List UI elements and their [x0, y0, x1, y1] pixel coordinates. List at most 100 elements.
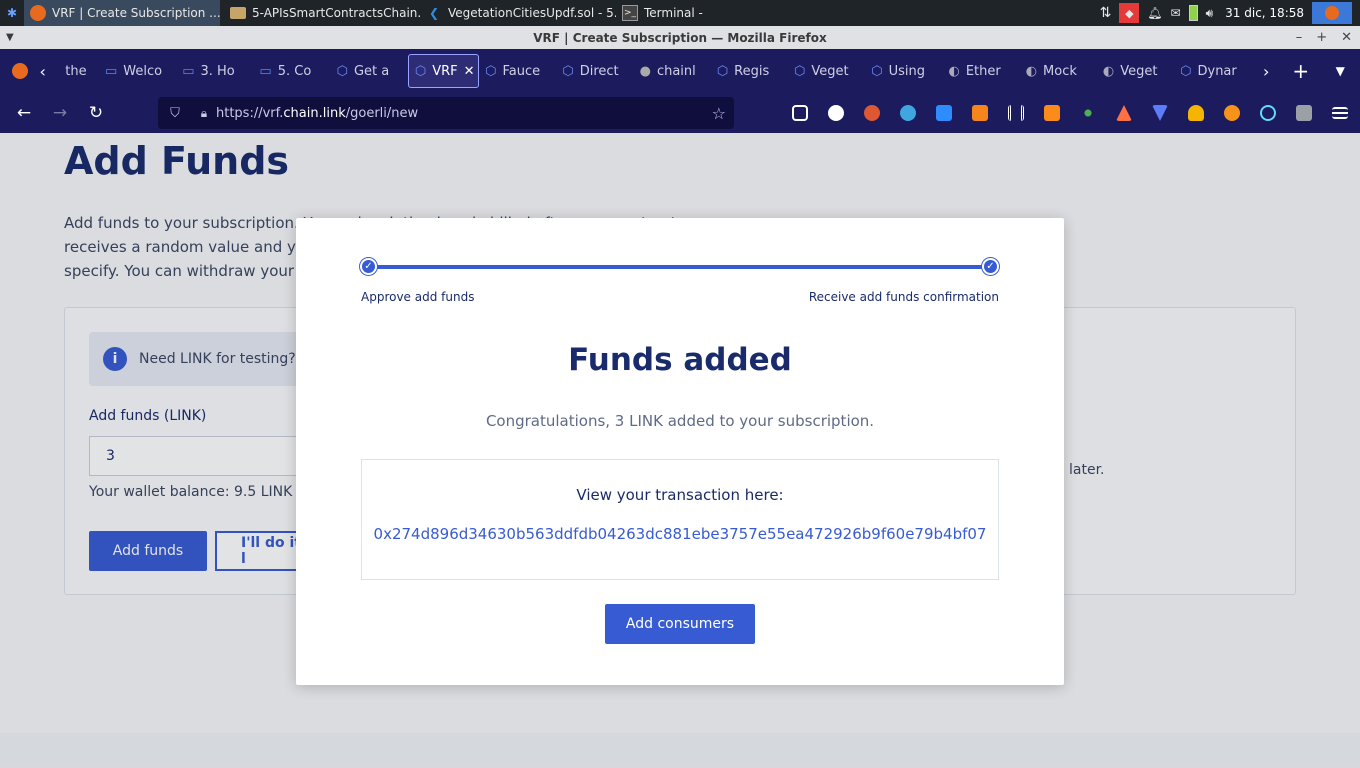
tab-close-icon[interactable]: ✕	[464, 64, 475, 79]
tab-label: Using	[888, 63, 926, 79]
back-icon[interactable]: ←	[6, 93, 42, 133]
chainlink-icon: ⬡	[794, 63, 806, 79]
tab-item[interactable]: ⬡ Direct	[556, 54, 633, 88]
tab-item[interactable]: ◐ Veget	[1097, 54, 1174, 88]
tab-item[interactable]: ▭ 5. Co	[253, 54, 330, 88]
chainlink-icon: ⬡	[414, 63, 427, 79]
tab-item[interactable]: ⬡ Using	[865, 54, 942, 88]
bookmark-star-icon[interactable]: ☆	[712, 104, 726, 123]
clock[interactable]: 31 dic, 18:58	[1225, 6, 1304, 20]
duckduckgo-icon[interactable]	[854, 93, 890, 133]
tab-list-icon[interactable]: ▼	[1321, 64, 1360, 78]
url-path: /goerli/new	[345, 105, 419, 121]
react-icon[interactable]	[1250, 93, 1286, 133]
transaction-box: View your transaction here: 0x274d896d34…	[361, 459, 999, 580]
lock-icon[interactable]: 🔒︎	[192, 106, 216, 121]
chainlink-icon: ⬡	[871, 63, 883, 79]
tab-item[interactable]: ⬡ Get a	[331, 54, 408, 88]
tab-label: Veget	[1120, 63, 1158, 79]
extension-user-icon[interactable]	[1178, 93, 1214, 133]
battery-icon[interactable]	[1188, 5, 1198, 21]
network-icon[interactable]: ⇅	[1100, 5, 1112, 21]
git-icon[interactable]: ◆	[1119, 3, 1140, 23]
taskbar-window-label: 5-APIsSmartContractsChain...	[252, 6, 420, 20]
book-icon: ▭	[259, 63, 272, 79]
extension-star-icon[interactable]	[1106, 93, 1142, 133]
tab-label: Fauce	[502, 63, 541, 79]
url-domain: chain.link	[283, 105, 346, 121]
firefox-tray-icon[interactable]	[1312, 2, 1352, 24]
tab-item[interactable]: the	[59, 54, 99, 88]
pocket-icon[interactable]	[782, 93, 818, 133]
system-tray: ⇅ ◆ 🔔︎ ✉ 🔊︎ 31 dic, 18:58	[1100, 0, 1360, 26]
hamburger-menu-icon[interactable]	[1322, 93, 1358, 133]
app-menu-button[interactable]: ✱	[0, 0, 24, 26]
extension-blue-icon[interactable]	[890, 93, 926, 133]
extension-grid-icon[interactable]	[998, 93, 1034, 133]
funds-added-modal: ✓ ✓ Approve add funds Receive add funds …	[296, 218, 1064, 685]
extension-stack-icon[interactable]	[1142, 93, 1178, 133]
chainlink-icon: ⬡	[485, 63, 497, 79]
tab-item[interactable]: ⬡ Regis	[711, 54, 788, 88]
url-bar[interactable]: ⛉ 🔒︎ https://vrf. chain.link/goerli/new ☆	[158, 97, 734, 129]
close-icon[interactable]: ✕	[1341, 30, 1352, 45]
tab-scroll-right-icon[interactable]: ›	[1251, 62, 1281, 81]
firefox-menu[interactable]	[0, 63, 40, 79]
taskbar-window-folder[interactable]: 5-APIsSmartContractsChain...	[224, 0, 420, 26]
minimize-icon[interactable]: –	[1296, 30, 1303, 45]
extension-l-icon[interactable]	[818, 93, 854, 133]
zoom-icon[interactable]	[926, 93, 962, 133]
extensions-toolbar	[782, 93, 1358, 133]
tab-item[interactable]: ⬡ Dynar	[1174, 54, 1251, 88]
taskbar-window-vscode[interactable]: ❮ VegetationCitiesUpdf.sol - 5...	[420, 0, 616, 26]
extension-cube-icon[interactable]	[1286, 93, 1322, 133]
maximize-icon[interactable]: +	[1316, 30, 1327, 45]
chainlink-icon: ⬡	[562, 63, 574, 79]
window-title: VRF | Create Subscription — Mozilla Fire…	[533, 30, 827, 45]
tab-scroll-left-icon[interactable]: ‹	[40, 62, 60, 81]
tab-label: Dynar	[1197, 63, 1237, 79]
github-icon: ●	[639, 63, 651, 79]
taskbar-window-terminal[interactable]: >_ Terminal -	[616, 0, 776, 26]
tab-active[interactable]: ⬡ VRF ✕	[407, 54, 480, 88]
shield-icon[interactable]: ⛉	[158, 106, 192, 121]
chainlink-icon: ⬡	[716, 63, 729, 79]
tab-label: Mock	[1043, 63, 1077, 79]
step-check-icon: ✓	[360, 258, 377, 275]
tab-item[interactable]: ⬡ Fauce	[479, 54, 556, 88]
tab-label: Ether	[965, 63, 1001, 79]
transaction-label: View your transaction here:	[576, 486, 784, 504]
tab-item[interactable]: ◐ Mock	[1020, 54, 1097, 88]
vscode-icon: ❮	[428, 6, 440, 20]
tab-item[interactable]: ◐ Ether	[942, 54, 1019, 88]
volume-icon[interactable]: 🔊︎	[1206, 6, 1214, 21]
tab-item[interactable]: ▭ Welco	[99, 54, 176, 88]
new-tab-icon[interactable]: +	[1281, 59, 1321, 83]
bell-icon[interactable]: 🔔︎	[1147, 6, 1162, 20]
forward-icon[interactable]: →	[42, 93, 78, 133]
tab-label: Welco	[123, 63, 163, 79]
add-consumers-button[interactable]: Add consumers	[605, 604, 755, 644]
step-check-icon: ✓	[982, 258, 999, 275]
extension-p-icon[interactable]	[1214, 93, 1250, 133]
extension-dots-icon[interactable]	[1070, 93, 1106, 133]
url-prefix: https://vrf.	[216, 105, 284, 121]
modal-title: Funds added	[568, 342, 792, 378]
taskbar-window-label: VegetationCitiesUpdf.sol - 5...	[448, 6, 616, 20]
taskbar-window-firefox[interactable]: VRF | Create Subscription ...	[24, 0, 220, 26]
reload-icon[interactable]: ↻	[78, 93, 114, 133]
terminal-icon: >_	[622, 5, 638, 21]
tab-item[interactable]: ▭ 3. Ho	[176, 54, 253, 88]
browser-nav-bar: ← → ↻ ⛉ 🔒︎ https://vrf. chain.link/goerli…	[0, 93, 1360, 133]
metamask-icon[interactable]	[962, 93, 998, 133]
transaction-hash-link[interactable]: 0x274d896d34630b563ddfdb04263dc881ebe375…	[362, 525, 998, 543]
mail-icon[interactable]: ✉	[1171, 6, 1181, 20]
firefox-icon	[30, 5, 46, 21]
tab-item[interactable]: ● chainl	[634, 54, 711, 88]
chainlink-icon: ⬡	[336, 63, 348, 79]
progress-line	[368, 265, 992, 269]
brave-icon[interactable]	[1034, 93, 1070, 133]
window-menu-icon[interactable]: ▼	[6, 32, 14, 43]
ethereum-icon: ◐	[948, 63, 960, 79]
tab-item[interactable]: ⬡ Veget	[788, 54, 865, 88]
